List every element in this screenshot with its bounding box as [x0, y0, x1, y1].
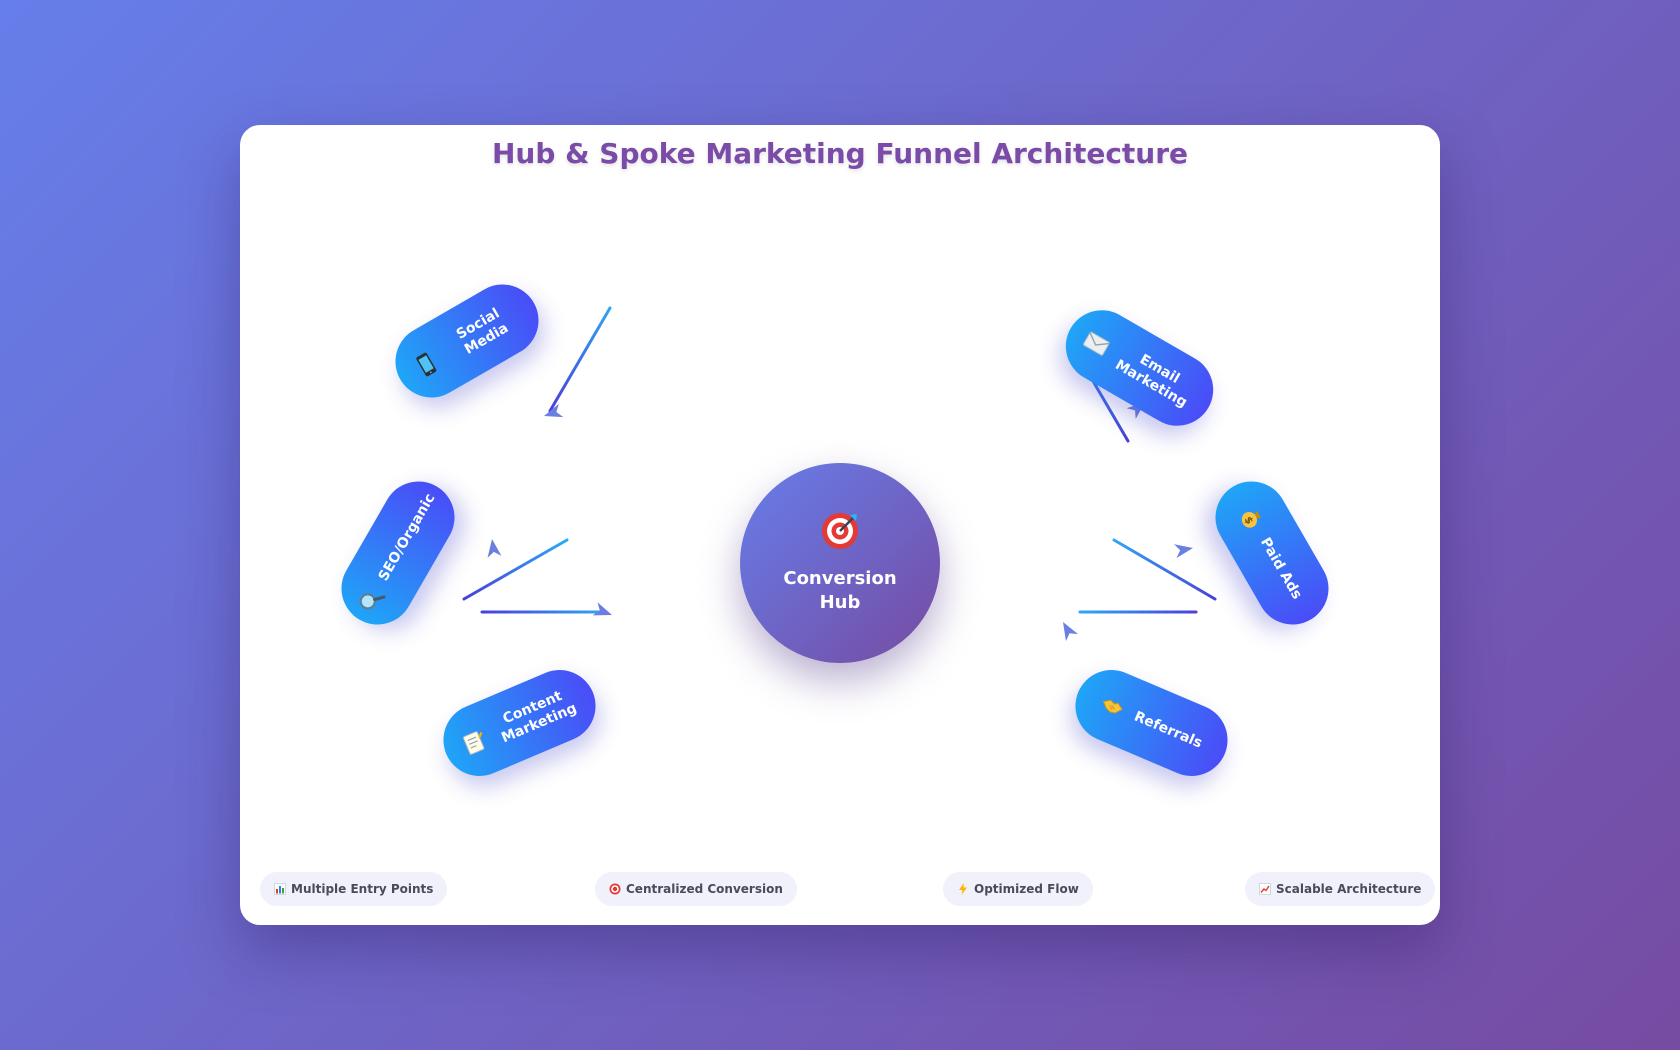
feature-tag-optimized-flow: Optimized Flow [943, 872, 1093, 906]
spoke-content-marketing[interactable]: Content Marketing [432, 658, 607, 788]
spoke-label: Referrals [1131, 708, 1205, 752]
lightning-icon [959, 883, 967, 895]
spoke-label: Content Marketing [499, 688, 580, 747]
arrowhead-referrals [1063, 622, 1079, 642]
feature-label: Centralized Conversion [626, 882, 783, 896]
feature-label: Scalable Architecture [1276, 882, 1422, 896]
feature-label: Multiple Entry Points [291, 882, 434, 896]
arrowhead-social [544, 403, 564, 418]
spoke-label: Email Marketing [1112, 351, 1190, 411]
money-bag-icon: $ [1242, 510, 1261, 528]
connector-social [548, 306, 612, 413]
target-icon [822, 513, 858, 549]
trend-up-icon [1259, 883, 1271, 895]
connector-paid [1112, 538, 1217, 601]
spoke-paid-ads[interactable]: $ Paid Ads [1202, 468, 1342, 638]
mobile-phone-icon [416, 352, 437, 377]
diagram-card: Hub & Spoke Marketing Funnel Architectur… [240, 125, 1440, 925]
memo-icon [463, 731, 485, 755]
spoke-email-marketing[interactable]: Email Marketing [1052, 297, 1227, 439]
arrowhead-seo [487, 539, 502, 558]
feature-tag-multiple-entry-points: Multiple Entry Points [260, 872, 448, 906]
spoke-referrals[interactable]: Referrals [1064, 658, 1239, 788]
spoke-label: Paid Ads [1257, 534, 1306, 602]
feature-label: Optimized Flow [974, 882, 1079, 896]
bar-chart-icon [274, 883, 286, 895]
conversion-hub: Conversion Hub [740, 463, 940, 663]
feature-tag-scalable-architecture: Scalable Architecture [1245, 872, 1436, 906]
feature-tag-centralized-conversion: Centralized Conversion [595, 872, 797, 906]
spoke-label: SEO/Organic [375, 490, 438, 584]
handshake-icon [1103, 699, 1124, 714]
spoke-seo-organic[interactable]: SEO/Organic [328, 468, 468, 638]
hub-label: Conversion Hub [783, 568, 897, 613]
magnifier-icon [359, 593, 386, 610]
arrowhead-paid [1174, 544, 1193, 559]
spoke-social-media[interactable]: Social Media [382, 271, 552, 411]
arrowhead-content [592, 602, 612, 616]
spoke-label: Social Media [453, 305, 512, 358]
page-title: Hub & Spoke Marketing Funnel Architectur… [491, 137, 1189, 170]
envelope-icon [1083, 331, 1110, 356]
target-icon [609, 883, 621, 895]
connector-seo [462, 538, 569, 601]
